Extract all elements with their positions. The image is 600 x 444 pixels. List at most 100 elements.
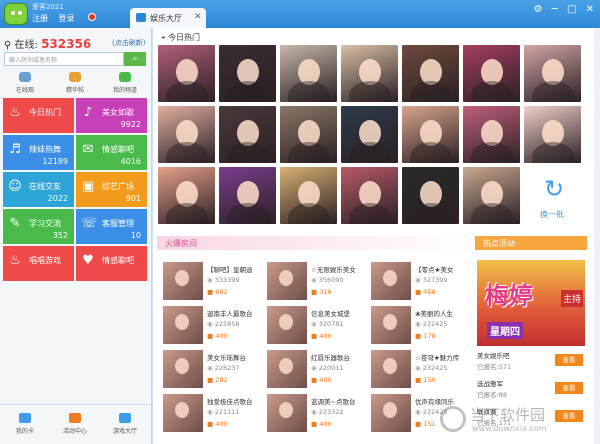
- room-name: ☆苍穹★魅力传: [415, 354, 460, 362]
- banner-title: 梅婷: [485, 282, 533, 310]
- watermark-title: 当下软件园: [470, 406, 546, 424]
- streamer-avatar[interactable]: [341, 106, 398, 163]
- room-online-count: 400: [207, 332, 227, 340]
- hot-activity-header: 热点活动: [475, 236, 587, 250]
- register-link[interactable]: 登录: [59, 14, 75, 23]
- activity-view-button[interactable]: 查看: [555, 382, 583, 394]
- streamer-avatar[interactable]: [524, 106, 581, 163]
- game-icon: ♨: [9, 253, 21, 268]
- room-name: 【聊吧】皇朝迪: [207, 266, 253, 274]
- room-thumbnail: [267, 306, 307, 344]
- streamer-avatar[interactable]: [463, 167, 520, 224]
- room-name: 蓝调美~点歌台: [311, 398, 356, 406]
- streamer-avatar[interactable]: [219, 106, 276, 163]
- streamer-avatar[interactable]: [280, 167, 337, 224]
- tab-label: 娱乐大厅: [150, 14, 182, 23]
- room-card[interactable]: 独爱极佳点歌台 221111 400: [163, 394, 263, 434]
- maximize-button[interactable]: □: [567, 4, 576, 15]
- close-button[interactable]: ✕: [586, 4, 594, 15]
- room-name: 【零点★美女: [415, 266, 454, 274]
- category-tile[interactable]: ✎ 学习交流 352: [3, 209, 74, 244]
- search-input[interactable]: 输入房间或者名称: [4, 52, 124, 66]
- refresh-link[interactable]: (点击刷新): [112, 38, 145, 48]
- streamer-avatar[interactable]: [463, 45, 520, 102]
- category-tile[interactable]: ♨ 唱唱游戏: [3, 246, 74, 281]
- category-tile[interactable]: ☏ 客服管理 10: [76, 209, 147, 244]
- card-icon: [19, 413, 31, 423]
- activity-banner[interactable]: 梅婷 主持 星期四: [477, 260, 585, 346]
- streamer-avatar[interactable]: [158, 106, 215, 163]
- streamer-avatar[interactable]: [463, 106, 520, 163]
- watermark: 当下软件园 www.downxia.com: [440, 404, 590, 438]
- tab-close-icon[interactable]: ✕: [194, 12, 202, 22]
- category-count: 12189: [42, 157, 68, 166]
- room-name: ❀美丽的人生: [415, 310, 453, 318]
- room-card[interactable]: ❀美丽的人生 232425 178: [371, 306, 471, 346]
- online-status: ⚲ 在线: 532356: [4, 36, 91, 51]
- room-card[interactable]: ☆苍穹★魅力传 232425 150: [371, 350, 471, 390]
- people-icon: [119, 72, 131, 82]
- bottom-my-card[interactable]: 我的卡: [0, 413, 50, 435]
- minimize-button[interactable]: ─: [552, 4, 558, 15]
- streamer-avatar[interactable]: [219, 167, 276, 224]
- room-card[interactable]: 信息美女城堡 320781 400: [267, 306, 367, 346]
- room-card[interactable]: 迦南丰人最歌台 225858 400: [163, 306, 263, 346]
- room-online-count: 316: [311, 288, 331, 296]
- record-icon[interactable]: [88, 13, 96, 21]
- streamer-avatar[interactable]: [402, 45, 459, 102]
- activity-signups: 已报名:88: [477, 391, 507, 399]
- bottom-game-hall[interactable]: 游戏大厅: [100, 413, 150, 435]
- streamer-avatar[interactable]: [280, 106, 337, 163]
- category-tile[interactable]: ♨ 今日热门: [3, 98, 74, 133]
- activity-name: 美女娱乐吧: [477, 352, 510, 360]
- streamer-avatar[interactable]: [158, 45, 215, 102]
- account-links: 注册 登录: [32, 13, 83, 24]
- category-tile[interactable]: ♥ 情感聊吧: [76, 246, 147, 281]
- settings-icon[interactable]: ⚙: [534, 4, 543, 15]
- category-tile[interactable]: ✉ 情感聊吧 4016: [76, 135, 147, 170]
- category-tile[interactable]: ♬ 辣妹热舞 12189: [3, 135, 74, 170]
- bottom-activity-center[interactable]: 活动中心: [50, 413, 100, 435]
- category-tile[interactable]: ♪ 美女如歌 9922: [76, 98, 147, 133]
- category-tile[interactable]: ▣ 综艺广场 901: [76, 172, 147, 207]
- streamer-avatar[interactable]: [341, 45, 398, 102]
- category-label: 综艺广场: [102, 182, 134, 191]
- category-count: 2022: [47, 194, 68, 203]
- streamer-avatar[interactable]: [280, 45, 337, 102]
- switch-batch-button[interactable]: ↻ 换一批: [526, 169, 586, 227]
- room-online-count: 178: [415, 332, 435, 340]
- category-tile[interactable]: ☺ 在线交友 2022: [3, 172, 74, 207]
- room-card[interactable]: 【零点★美女 327399 458: [371, 262, 471, 302]
- room-online-count: 458: [415, 288, 435, 296]
- star-icon: [69, 72, 81, 82]
- subnav-my-channel[interactable]: 我的频道: [104, 72, 146, 94]
- room-card[interactable]: ☆无限娱乐美女 356090 316: [267, 262, 367, 302]
- streamer-avatar[interactable]: [402, 106, 459, 163]
- tab-entertainment-hall[interactable]: 娱乐大厅 ✕: [130, 8, 206, 28]
- dance-icon: ♬: [9, 142, 21, 157]
- main-panel: ⌖ 今日热门 ↻ 换一批 火爆房间 热点活动 【聊吧】皇朝迪 333399 682 ☆…: [153, 28, 600, 444]
- subnav-online[interactable]: 在线观: [4, 72, 46, 94]
- fire-rooms-header: 火爆房间: [157, 236, 469, 250]
- streamer-avatar[interactable]: [219, 45, 276, 102]
- room-thumbnail: [267, 262, 307, 300]
- streamer-avatar[interactable]: [158, 167, 215, 224]
- streamer-avatar[interactable]: [341, 167, 398, 224]
- login-link[interactable]: 注册: [32, 14, 48, 23]
- window-controls: ⚙ ─ □ ✕: [528, 4, 594, 15]
- category-label: 唱唱游戏: [29, 256, 61, 265]
- room-card[interactable]: 蓝调美~点歌台 233322 400: [267, 394, 367, 434]
- room-views: 220011: [311, 364, 344, 372]
- streamer-avatar[interactable]: [524, 45, 581, 102]
- room-card[interactable]: 【聊吧】皇朝迪 333399 682: [163, 262, 263, 302]
- room-name: 独爱极佳点歌台: [207, 398, 253, 406]
- subnav-featured[interactable]: 精华帖: [54, 72, 96, 94]
- search-button[interactable]: ⌕: [124, 52, 146, 66]
- online-count: 532356: [41, 37, 92, 51]
- hot-today-title: ⌖ 今日热门: [161, 33, 201, 42]
- room-card[interactable]: 红唇乐器歌台 220011 400: [267, 350, 367, 390]
- main-scrollbar[interactable]: [594, 28, 600, 444]
- room-card[interactable]: 美女乐瑶舞台 226237 282: [163, 350, 263, 390]
- activity-view-button[interactable]: 查看: [555, 354, 583, 366]
- streamer-avatar[interactable]: [402, 167, 459, 224]
